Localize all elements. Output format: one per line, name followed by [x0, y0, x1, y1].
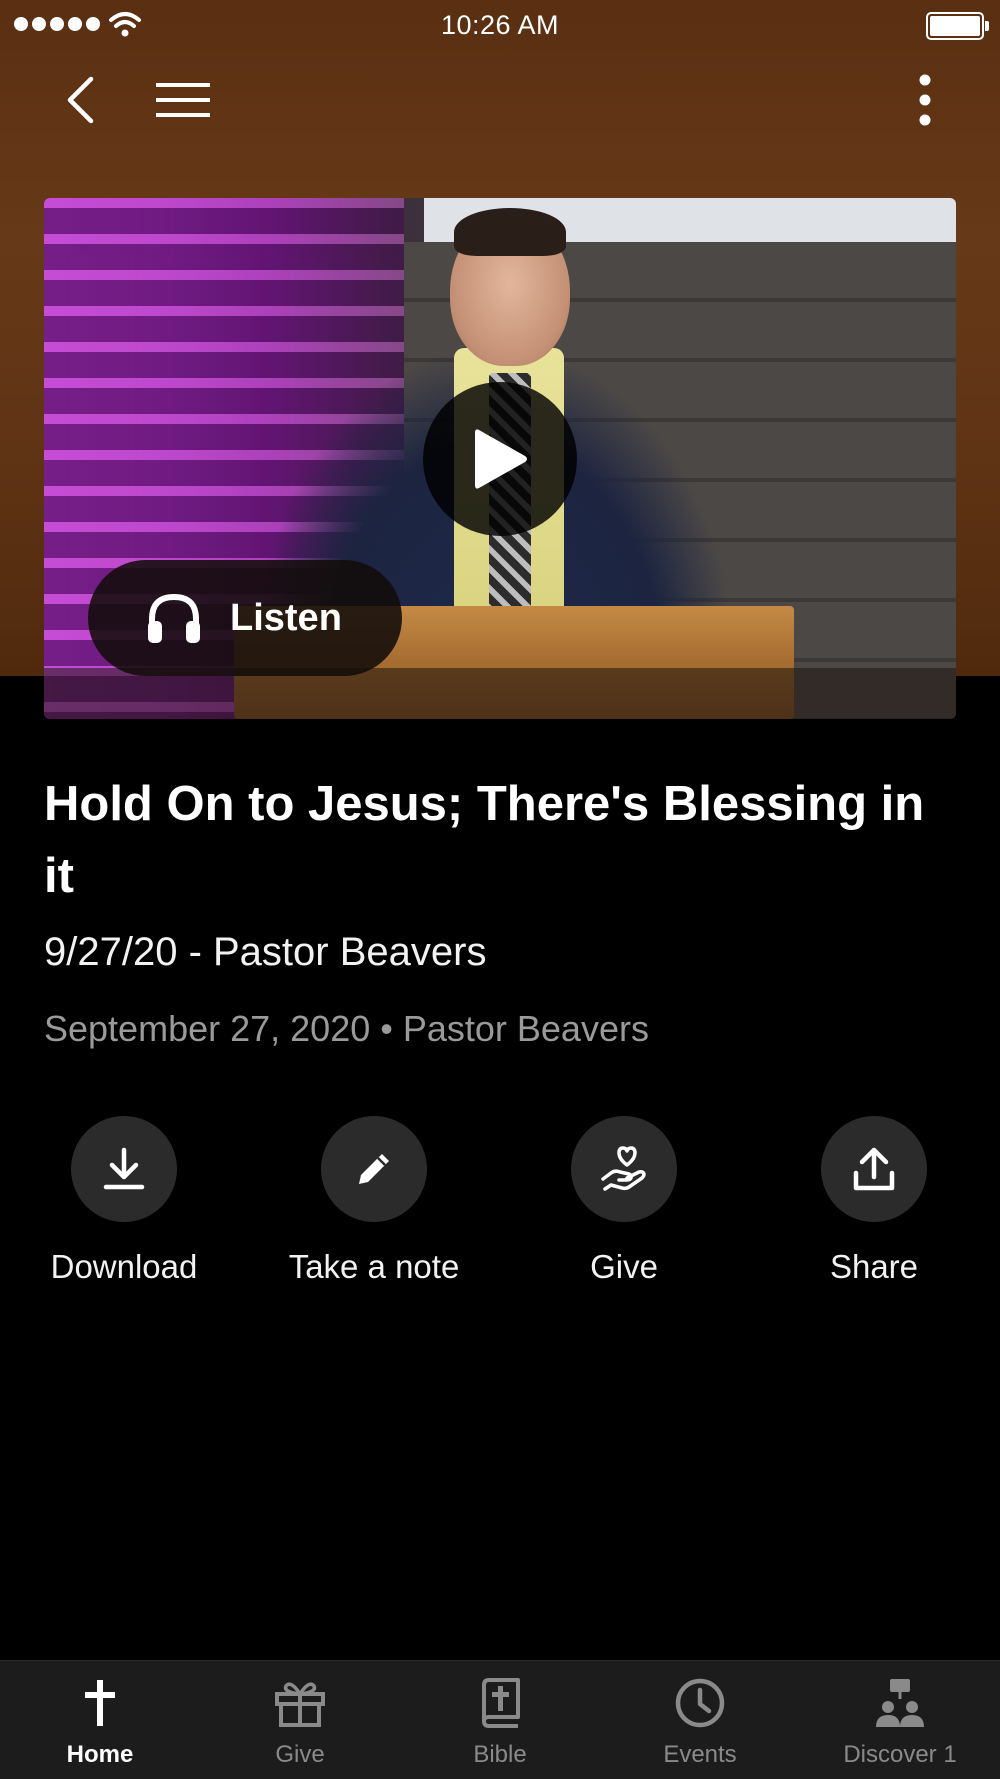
action-row: Download Take a note Give Share — [0, 1116, 1000, 1296]
tab-events-label: Events — [663, 1741, 737, 1768]
share-button[interactable]: Share — [774, 1116, 974, 1286]
give-action-circle — [571, 1116, 677, 1222]
tab-discover-label: Discover 1 — [843, 1741, 957, 1768]
back-button[interactable] — [50, 70, 110, 130]
tab-home[interactable]: Home — [0, 1661, 200, 1779]
share-icon — [853, 1147, 895, 1191]
sermon-speaker: Pastor Beavers — [402, 1008, 649, 1049]
give-action-label: Give — [590, 1248, 658, 1285]
status-bar: 10:26 AM — [0, 0, 1000, 50]
tab-give[interactable]: Give — [200, 1661, 400, 1779]
sermon-meta: September 27, 2020 • Pastor Beavers — [44, 1008, 649, 1050]
download-button[interactable]: Download — [24, 1116, 224, 1286]
listen-label: Listen — [230, 596, 342, 639]
hand-heart-icon — [601, 1146, 646, 1191]
bible-icon — [482, 1678, 520, 1728]
video-speaker-hair — [454, 208, 566, 256]
tab-bar: Home Give Bible Events Discover 1 — [0, 1660, 1000, 1779]
clock-icon — [675, 1678, 725, 1728]
tab-home-label: Home — [66, 1741, 134, 1768]
listen-button[interactable]: Listen — [88, 560, 402, 676]
sermon-title: Hold On to Jesus; There's Blessing in it — [44, 777, 925, 903]
meta-separator: • — [380, 1008, 393, 1049]
more-vertical-icon — [919, 74, 931, 126]
sermon-date: September 27, 2020 — [44, 1008, 371, 1049]
download-icon — [103, 1147, 145, 1190]
cross-icon — [85, 1680, 115, 1726]
take-note-label: Take a note — [288, 1248, 460, 1285]
share-label: Share — [829, 1248, 919, 1285]
download-circle — [71, 1116, 177, 1222]
more-options-button[interactable] — [900, 70, 950, 130]
tab-give-label: Give — [275, 1741, 325, 1768]
play-button[interactable] — [423, 382, 577, 536]
tab-bible-label: Bible — [473, 1741, 527, 1768]
discover-people-icon — [876, 1679, 924, 1727]
gift-icon — [275, 1682, 325, 1727]
tab-events[interactable]: Events — [600, 1661, 800, 1779]
download-label: Download — [50, 1248, 198, 1285]
battery-icon — [926, 12, 989, 40]
menu-button[interactable] — [150, 70, 216, 130]
take-note-circle — [321, 1116, 427, 1222]
take-note-button[interactable]: Take a note — [274, 1116, 474, 1286]
status-time: 10:26 AM — [440, 10, 560, 40]
hamburger-icon — [156, 83, 210, 117]
play-icon — [475, 429, 527, 489]
give-action-button[interactable]: Give — [524, 1116, 724, 1286]
sermon-subtitle: 9/27/20 - Pastor Beavers — [44, 930, 487, 974]
headphones-icon — [148, 593, 200, 643]
tab-discover[interactable]: Discover 1 — [800, 1661, 1000, 1779]
share-circle — [821, 1116, 927, 1222]
tab-bible[interactable]: Bible — [400, 1661, 600, 1779]
chevron-left-icon — [67, 76, 94, 124]
pencil-icon — [359, 1154, 389, 1184]
